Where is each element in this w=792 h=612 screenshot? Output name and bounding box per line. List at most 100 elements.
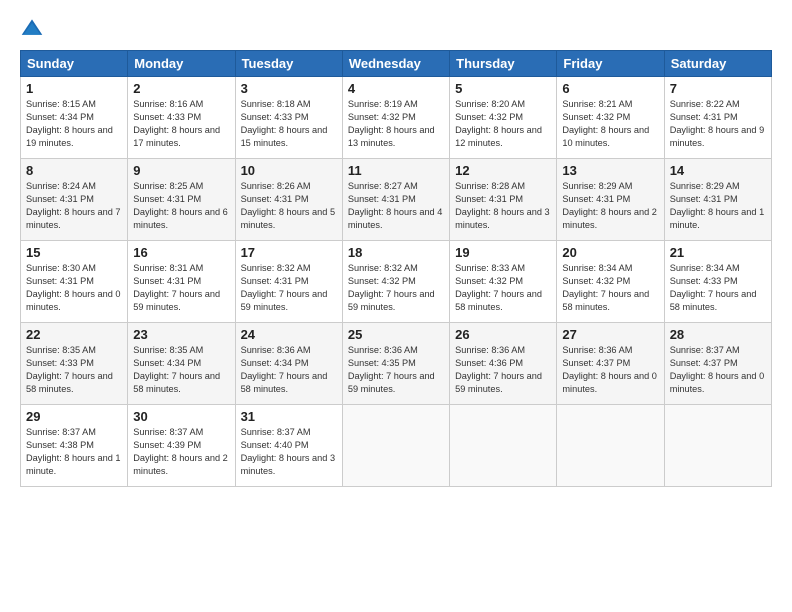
- day-number: 25: [348, 327, 444, 342]
- calendar-cell: 29 Sunrise: 8:37 AMSunset: 4:38 PMDaylig…: [21, 405, 128, 487]
- day-info: Sunrise: 8:20 AMSunset: 4:32 PMDaylight:…: [455, 98, 551, 150]
- calendar-cell: [664, 405, 771, 487]
- calendar-cell: 4 Sunrise: 8:19 AMSunset: 4:32 PMDayligh…: [342, 77, 449, 159]
- calendar-cell: 23 Sunrise: 8:35 AMSunset: 4:34 PMDaylig…: [128, 323, 235, 405]
- calendar-cell: 12 Sunrise: 8:28 AMSunset: 4:31 PMDaylig…: [450, 159, 557, 241]
- day-number: 3: [241, 81, 337, 96]
- day-number: 19: [455, 245, 551, 260]
- day-info: Sunrise: 8:37 AMSunset: 4:37 PMDaylight:…: [670, 344, 766, 396]
- calendar-cell: 2 Sunrise: 8:16 AMSunset: 4:33 PMDayligh…: [128, 77, 235, 159]
- calendar-week-5: 29 Sunrise: 8:37 AMSunset: 4:38 PMDaylig…: [21, 405, 772, 487]
- logo: [20, 16, 48, 40]
- calendar-week-2: 8 Sunrise: 8:24 AMSunset: 4:31 PMDayligh…: [21, 159, 772, 241]
- day-number: 13: [562, 163, 658, 178]
- calendar-cell: 28 Sunrise: 8:37 AMSunset: 4:37 PMDaylig…: [664, 323, 771, 405]
- day-number: 14: [670, 163, 766, 178]
- day-number: 8: [26, 163, 122, 178]
- calendar-header-monday: Monday: [128, 51, 235, 77]
- day-number: 15: [26, 245, 122, 260]
- calendar-cell: 1 Sunrise: 8:15 AMSunset: 4:34 PMDayligh…: [21, 77, 128, 159]
- calendar-cell: 5 Sunrise: 8:20 AMSunset: 4:32 PMDayligh…: [450, 77, 557, 159]
- day-number: 30: [133, 409, 229, 424]
- calendar-cell: 9 Sunrise: 8:25 AMSunset: 4:31 PMDayligh…: [128, 159, 235, 241]
- calendar-cell: 20 Sunrise: 8:34 AMSunset: 4:32 PMDaylig…: [557, 241, 664, 323]
- calendar-cell: 27 Sunrise: 8:36 AMSunset: 4:37 PMDaylig…: [557, 323, 664, 405]
- calendar-cell: 18 Sunrise: 8:32 AMSunset: 4:32 PMDaylig…: [342, 241, 449, 323]
- day-number: 11: [348, 163, 444, 178]
- calendar-cell: 22 Sunrise: 8:35 AMSunset: 4:33 PMDaylig…: [21, 323, 128, 405]
- day-info: Sunrise: 8:32 AMSunset: 4:31 PMDaylight:…: [241, 262, 337, 314]
- day-info: Sunrise: 8:21 AMSunset: 4:32 PMDaylight:…: [562, 98, 658, 150]
- day-number: 27: [562, 327, 658, 342]
- day-info: Sunrise: 8:34 AMSunset: 4:33 PMDaylight:…: [670, 262, 766, 314]
- calendar-cell: [557, 405, 664, 487]
- day-info: Sunrise: 8:30 AMSunset: 4:31 PMDaylight:…: [26, 262, 122, 314]
- day-number: 24: [241, 327, 337, 342]
- day-number: 1: [26, 81, 122, 96]
- day-info: Sunrise: 8:22 AMSunset: 4:31 PMDaylight:…: [670, 98, 766, 150]
- day-info: Sunrise: 8:36 AMSunset: 4:37 PMDaylight:…: [562, 344, 658, 396]
- calendar-header-saturday: Saturday: [664, 51, 771, 77]
- day-info: Sunrise: 8:29 AMSunset: 4:31 PMDaylight:…: [670, 180, 766, 232]
- calendar-header-sunday: Sunday: [21, 51, 128, 77]
- day-info: Sunrise: 8:31 AMSunset: 4:31 PMDaylight:…: [133, 262, 229, 314]
- calendar-cell: 30 Sunrise: 8:37 AMSunset: 4:39 PMDaylig…: [128, 405, 235, 487]
- day-info: Sunrise: 8:18 AMSunset: 4:33 PMDaylight:…: [241, 98, 337, 150]
- day-number: 22: [26, 327, 122, 342]
- header: [20, 16, 772, 40]
- day-number: 21: [670, 245, 766, 260]
- calendar-header-friday: Friday: [557, 51, 664, 77]
- day-number: 4: [348, 81, 444, 96]
- day-info: Sunrise: 8:32 AMSunset: 4:32 PMDaylight:…: [348, 262, 444, 314]
- day-number: 12: [455, 163, 551, 178]
- calendar-cell: 24 Sunrise: 8:36 AMSunset: 4:34 PMDaylig…: [235, 323, 342, 405]
- day-info: Sunrise: 8:33 AMSunset: 4:32 PMDaylight:…: [455, 262, 551, 314]
- day-number: 16: [133, 245, 229, 260]
- calendar-week-3: 15 Sunrise: 8:30 AMSunset: 4:31 PMDaylig…: [21, 241, 772, 323]
- calendar-cell: [342, 405, 449, 487]
- day-info: Sunrise: 8:37 AMSunset: 4:39 PMDaylight:…: [133, 426, 229, 478]
- day-number: 2: [133, 81, 229, 96]
- calendar-cell: 3 Sunrise: 8:18 AMSunset: 4:33 PMDayligh…: [235, 77, 342, 159]
- calendar-cell: 6 Sunrise: 8:21 AMSunset: 4:32 PMDayligh…: [557, 77, 664, 159]
- day-info: Sunrise: 8:37 AMSunset: 4:40 PMDaylight:…: [241, 426, 337, 478]
- day-number: 10: [241, 163, 337, 178]
- calendar-cell: 10 Sunrise: 8:26 AMSunset: 4:31 PMDaylig…: [235, 159, 342, 241]
- calendar-cell: 15 Sunrise: 8:30 AMSunset: 4:31 PMDaylig…: [21, 241, 128, 323]
- day-number: 26: [455, 327, 551, 342]
- day-number: 7: [670, 81, 766, 96]
- day-info: Sunrise: 8:36 AMSunset: 4:36 PMDaylight:…: [455, 344, 551, 396]
- calendar-cell: 7 Sunrise: 8:22 AMSunset: 4:31 PMDayligh…: [664, 77, 771, 159]
- day-info: Sunrise: 8:35 AMSunset: 4:33 PMDaylight:…: [26, 344, 122, 396]
- calendar-week-1: 1 Sunrise: 8:15 AMSunset: 4:34 PMDayligh…: [21, 77, 772, 159]
- day-number: 17: [241, 245, 337, 260]
- calendar-cell: 11 Sunrise: 8:27 AMSunset: 4:31 PMDaylig…: [342, 159, 449, 241]
- day-info: Sunrise: 8:37 AMSunset: 4:38 PMDaylight:…: [26, 426, 122, 478]
- day-info: Sunrise: 8:29 AMSunset: 4:31 PMDaylight:…: [562, 180, 658, 232]
- calendar-cell: 31 Sunrise: 8:37 AMSunset: 4:40 PMDaylig…: [235, 405, 342, 487]
- day-info: Sunrise: 8:36 AMSunset: 4:34 PMDaylight:…: [241, 344, 337, 396]
- calendar-header-tuesday: Tuesday: [235, 51, 342, 77]
- calendar-cell: 26 Sunrise: 8:36 AMSunset: 4:36 PMDaylig…: [450, 323, 557, 405]
- day-info: Sunrise: 8:27 AMSunset: 4:31 PMDaylight:…: [348, 180, 444, 232]
- day-info: Sunrise: 8:15 AMSunset: 4:34 PMDaylight:…: [26, 98, 122, 150]
- day-info: Sunrise: 8:16 AMSunset: 4:33 PMDaylight:…: [133, 98, 229, 150]
- calendar-cell: [450, 405, 557, 487]
- calendar-week-4: 22 Sunrise: 8:35 AMSunset: 4:33 PMDaylig…: [21, 323, 772, 405]
- day-number: 5: [455, 81, 551, 96]
- day-number: 28: [670, 327, 766, 342]
- calendar-header-row: SundayMondayTuesdayWednesdayThursdayFrid…: [21, 51, 772, 77]
- day-info: Sunrise: 8:36 AMSunset: 4:35 PMDaylight:…: [348, 344, 444, 396]
- day-info: Sunrise: 8:24 AMSunset: 4:31 PMDaylight:…: [26, 180, 122, 232]
- day-number: 9: [133, 163, 229, 178]
- day-info: Sunrise: 8:26 AMSunset: 4:31 PMDaylight:…: [241, 180, 337, 232]
- day-number: 18: [348, 245, 444, 260]
- calendar-cell: 13 Sunrise: 8:29 AMSunset: 4:31 PMDaylig…: [557, 159, 664, 241]
- day-info: Sunrise: 8:34 AMSunset: 4:32 PMDaylight:…: [562, 262, 658, 314]
- day-info: Sunrise: 8:35 AMSunset: 4:34 PMDaylight:…: [133, 344, 229, 396]
- calendar-cell: 14 Sunrise: 8:29 AMSunset: 4:31 PMDaylig…: [664, 159, 771, 241]
- day-number: 23: [133, 327, 229, 342]
- calendar-header-thursday: Thursday: [450, 51, 557, 77]
- calendar-header-wednesday: Wednesday: [342, 51, 449, 77]
- calendar-cell: 8 Sunrise: 8:24 AMSunset: 4:31 PMDayligh…: [21, 159, 128, 241]
